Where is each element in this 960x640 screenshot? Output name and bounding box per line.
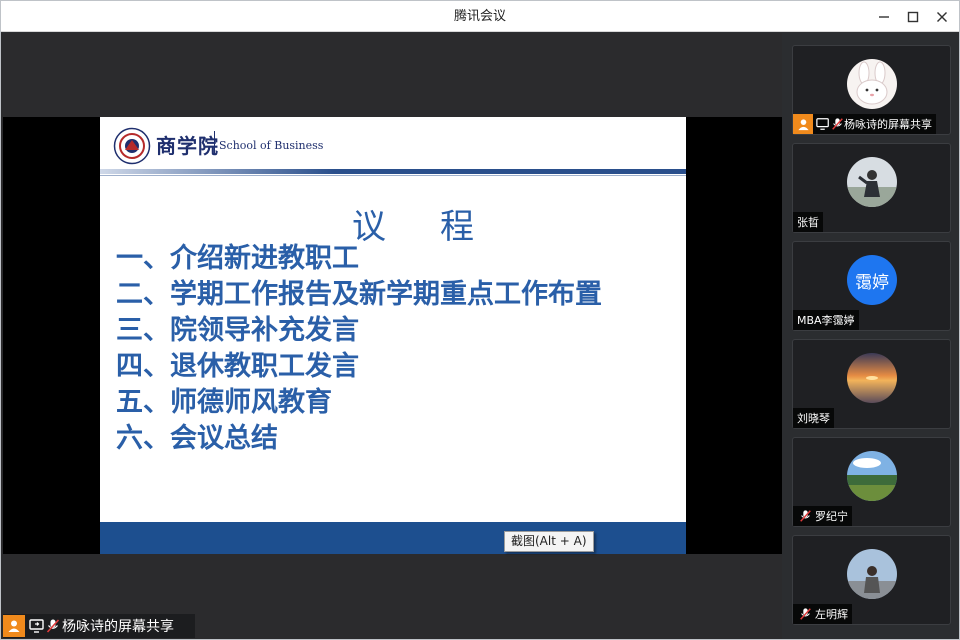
participant-tile[interactable]: 刘晓琴 bbox=[792, 339, 951, 429]
participant-tile[interactable]: 张晢 bbox=[792, 143, 951, 233]
muted-mic-icon bbox=[797, 606, 813, 622]
participant-name: 刘晓琴 bbox=[797, 412, 830, 425]
agenda-item: 五、师德师风教育 bbox=[116, 387, 332, 418]
agenda-item: 四、退休教职工发言 bbox=[116, 351, 359, 382]
screen-share-label: 杨咏诗的屏幕共享 bbox=[62, 619, 174, 635]
participant-name: 张晢 bbox=[797, 216, 819, 229]
school-seal-logo bbox=[113, 127, 151, 165]
school-name-chinese: 商学院 bbox=[156, 134, 219, 158]
participant-name: 杨咏诗的屏幕共享 bbox=[844, 118, 932, 131]
participant-name-bar: MBA李霭婷 bbox=[793, 310, 859, 330]
landscape-photo-avatar bbox=[847, 451, 897, 501]
screenshot-tooltip: 截图(Alt + A) bbox=[504, 531, 594, 552]
slide-footer-band bbox=[100, 522, 686, 554]
user-icon bbox=[793, 114, 813, 134]
participant-name-bar: 张晢 bbox=[793, 212, 823, 232]
participant-name-bar: 罗纪宁 bbox=[793, 506, 852, 526]
muted-mic-icon bbox=[832, 118, 843, 130]
participant-name: 左明辉 bbox=[815, 608, 848, 621]
screen-share-indicator[interactable]: 杨咏诗的屏幕共享 bbox=[3, 614, 195, 638]
agenda-item: 三、院领导补充发言 bbox=[116, 315, 359, 346]
header-rule bbox=[100, 169, 686, 174]
close-button[interactable] bbox=[929, 6, 955, 28]
rabbit-avatar bbox=[847, 59, 897, 109]
participant-name: MBA李霭婷 bbox=[797, 314, 855, 327]
participant-tile[interactable]: 霭婷 MBA李霭婷 bbox=[792, 241, 951, 331]
participant-name-bar: 左明辉 bbox=[793, 604, 852, 624]
agenda-item: 一、介绍新进教职工 bbox=[116, 243, 359, 274]
photo-avatar bbox=[847, 549, 897, 599]
participant-tile[interactable]: 罗纪宁 bbox=[792, 437, 951, 527]
title-bar: 腾讯会议 bbox=[1, 1, 959, 32]
close-icon bbox=[937, 12, 947, 22]
screen-share-icon bbox=[29, 619, 44, 633]
participant-tile[interactable]: 左明辉 bbox=[792, 535, 951, 625]
minimize-icon bbox=[879, 16, 889, 18]
slide-header: 商学院 School of Business bbox=[100, 117, 686, 169]
muted-mic-icon bbox=[46, 619, 60, 633]
user-icon bbox=[3, 615, 25, 637]
presentation-slide: 商学院 School of Business 议 程 一、介绍新进教职工 二、学… bbox=[100, 117, 686, 554]
agenda-item: 六、会议总结 bbox=[116, 423, 278, 454]
sunset-photo-avatar bbox=[847, 353, 897, 403]
shared-screen-area: 商学院 School of Business 议 程 一、介绍新进教职工 二、学… bbox=[1, 33, 782, 639]
school-name-english: School of Business bbox=[219, 139, 324, 152]
participant-sidebar: 杨咏诗的屏幕共享 张晢 霭婷 MBA李霭婷 刘晓琴 罗纪宁 左明辉 bbox=[782, 33, 959, 639]
screen-share-icon bbox=[816, 118, 829, 130]
header-divider bbox=[214, 131, 215, 155]
agenda-list: 一、介绍新进教职工 二、学期工作报告及新学期重点工作布置 三、院领导补充发言 四… bbox=[116, 241, 602, 457]
agenda-item: 二、学期工作报告及新学期重点工作布置 bbox=[116, 279, 602, 310]
participant-name: 罗纪宁 bbox=[815, 510, 848, 523]
photo-avatar bbox=[847, 157, 897, 207]
meeting-window: 腾讯会议 商学院 School of Business 议 程 一、介绍新进教职… bbox=[0, 0, 960, 640]
participant-name-bar: 刘晓琴 bbox=[793, 408, 834, 428]
window-title: 腾讯会议 bbox=[453, 9, 506, 24]
maximize-icon bbox=[907, 11, 919, 23]
muted-mic-icon bbox=[797, 508, 813, 524]
header-rule-thin bbox=[100, 175, 686, 176]
avatar-initials: 霭婷 bbox=[855, 272, 889, 293]
maximize-button[interactable] bbox=[900, 6, 926, 28]
participant-tile[interactable]: 杨咏诗的屏幕共享 bbox=[792, 45, 951, 135]
participant-name-bar: 杨咏诗的屏幕共享 bbox=[793, 114, 936, 134]
minimize-button[interactable] bbox=[871, 6, 897, 28]
text-avatar: 霭婷 bbox=[847, 255, 897, 305]
